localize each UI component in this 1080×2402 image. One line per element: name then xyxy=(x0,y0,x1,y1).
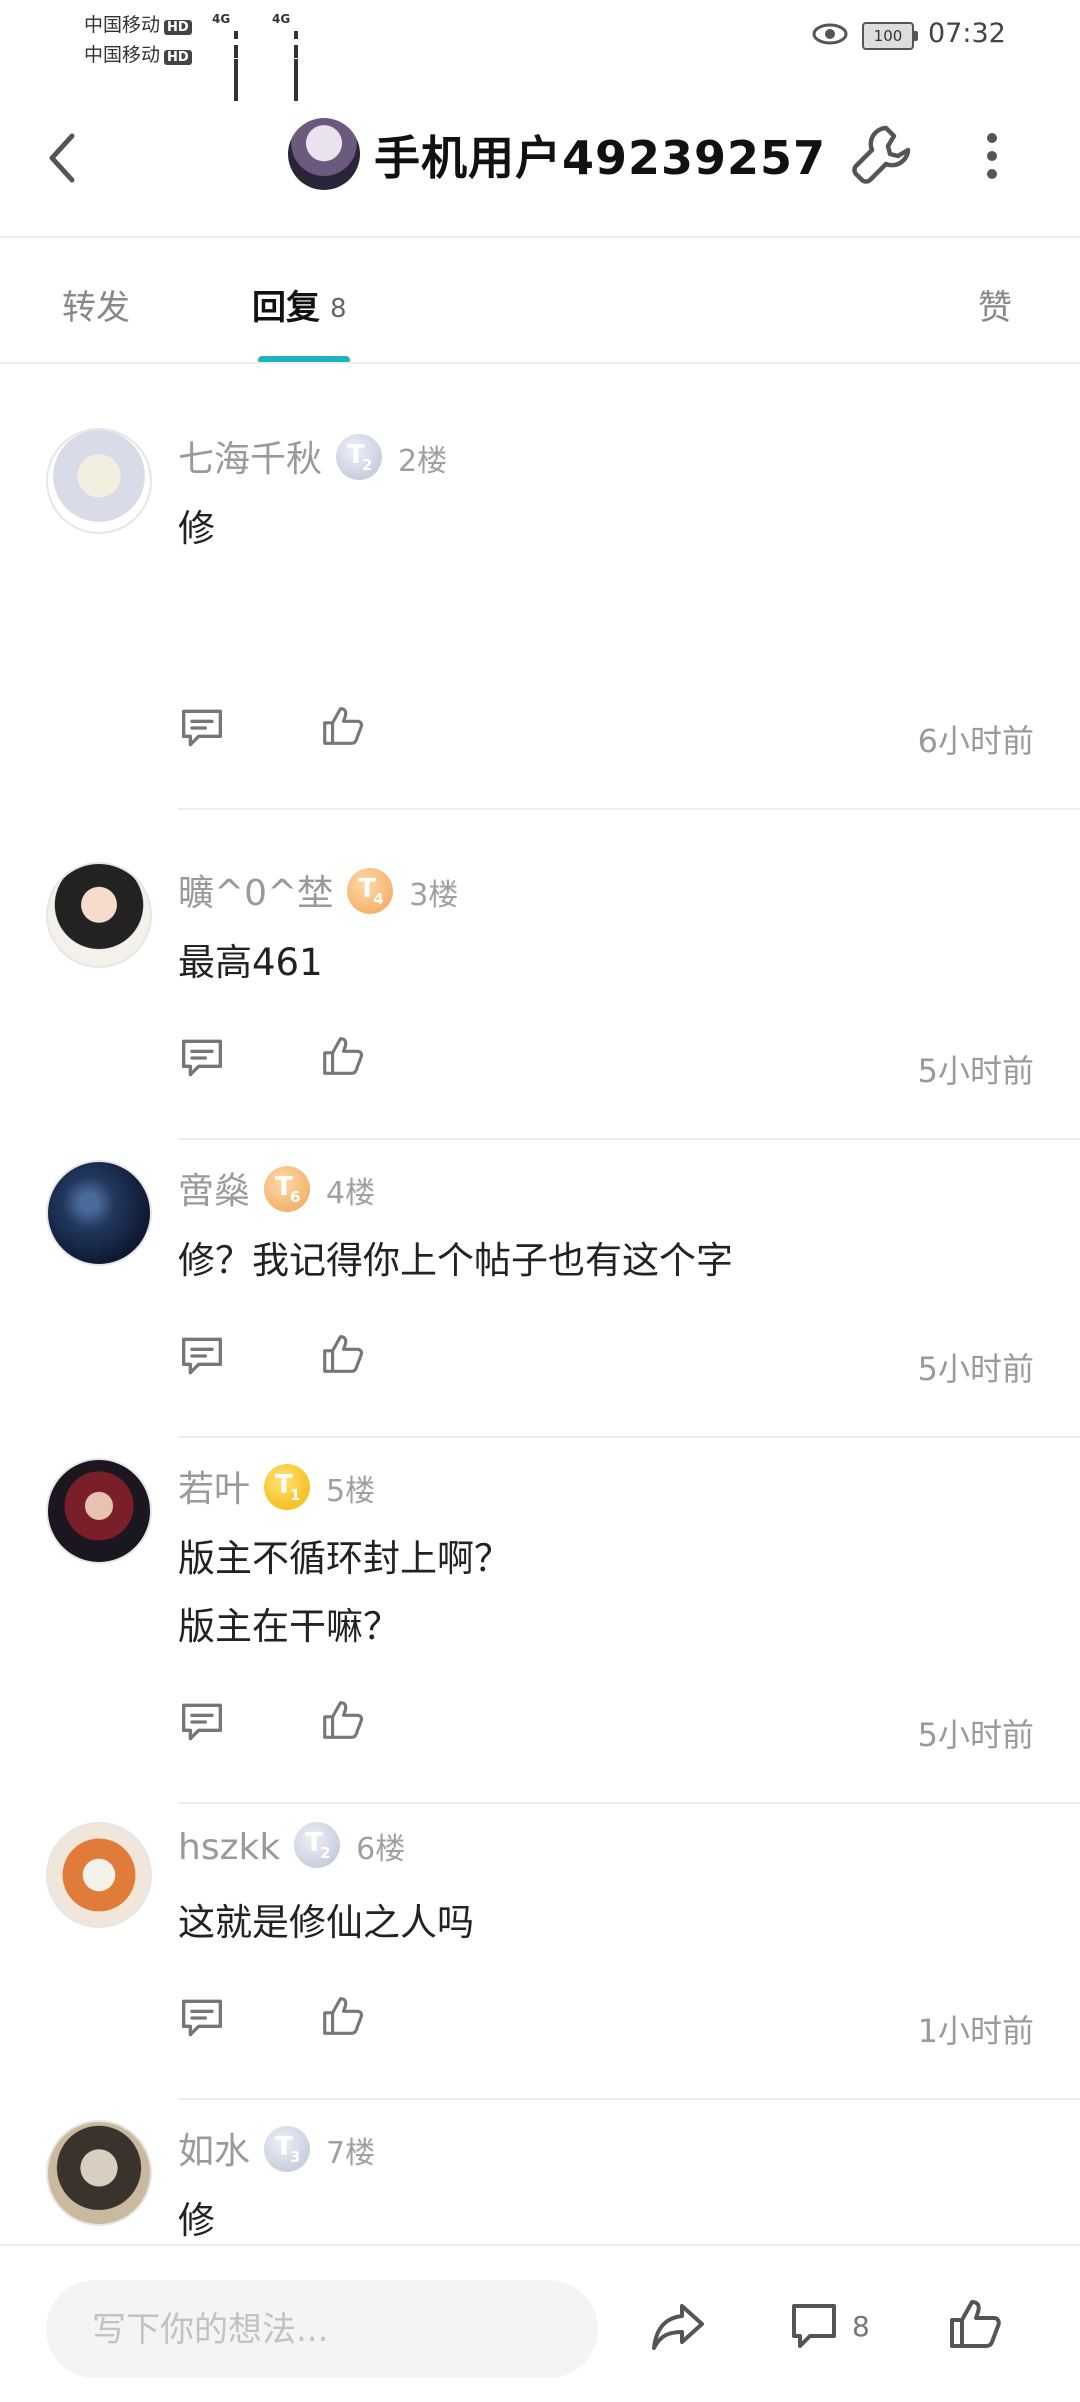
comment-text: 修？我记得你上个帖子也有这个字 xyxy=(178,1239,733,1282)
comment-username-row: 曠^0^埜 T 4 3楼 xyxy=(178,864,458,918)
comment-avatar[interactable] xyxy=(46,1822,152,1928)
reply-icon[interactable] xyxy=(180,708,224,752)
reply-icon[interactable] xyxy=(180,1702,224,1746)
comment-time: 6小时前 xyxy=(917,722,1034,760)
share-icon[interactable] xyxy=(650,2300,706,2352)
comment-time: 5小时前 xyxy=(917,1716,1034,1754)
comment-count: 8 xyxy=(852,2310,870,2343)
comment-username-row: 若叶 T 1 5楼 xyxy=(178,1460,375,1514)
comment-input-box[interactable] xyxy=(46,2280,598,2380)
thumbs-up-icon[interactable] xyxy=(946,2296,1002,2352)
floor-number: 4楼 xyxy=(326,1176,376,1211)
header: 手机用户49239257 xyxy=(0,88,1080,238)
user-avatar[interactable] xyxy=(288,118,360,190)
comment-username[interactable]: hszkk xyxy=(178,1827,280,1868)
clock: 07:32 xyxy=(928,18,1006,49)
comment-text: 修 xyxy=(178,507,215,550)
comment-username-row: hszkk T 2 6楼 xyxy=(178,1822,406,1872)
level-badge-icon: T2 xyxy=(336,434,383,480)
comment-avatar[interactable] xyxy=(46,862,152,968)
level-badge-icon: T4 xyxy=(347,868,394,914)
comment-text: 版主不循环封上啊？ xyxy=(178,1537,511,1580)
comment-divider xyxy=(178,1436,1080,1438)
tab-reply-label: 回复 xyxy=(252,288,320,328)
back-arrow-icon[interactable] xyxy=(44,130,84,186)
comment-time: 5小时前 xyxy=(917,1350,1034,1388)
comment-input[interactable] xyxy=(46,2280,574,2380)
thumbs-up-icon[interactable] xyxy=(320,1994,364,2042)
reply-icon[interactable] xyxy=(180,1038,224,1082)
comment-time: 5小时前 xyxy=(917,1052,1034,1090)
thumbs-up-icon[interactable] xyxy=(320,1034,364,1082)
level-badge-icon: T6 xyxy=(264,1166,311,1212)
comment-icon[interactable] xyxy=(788,2300,840,2352)
tab-forward[interactable]: 转发 xyxy=(62,280,130,329)
comment-avatar[interactable] xyxy=(46,428,152,534)
comment-divider xyxy=(178,808,1080,810)
comment-text: 修 xyxy=(178,2199,215,2242)
comment-actions: 1小时前 xyxy=(178,1997,1038,2058)
comment-username[interactable]: 若叶 xyxy=(178,1469,250,1510)
comment-username[interactable]: 如水 xyxy=(178,2131,250,2172)
floor-number: 3楼 xyxy=(409,878,459,913)
floor-number: 5楼 xyxy=(326,1474,376,1509)
comment-avatar[interactable] xyxy=(46,2120,152,2226)
more-options-icon[interactable] xyxy=(986,132,998,180)
thumbs-up-icon[interactable] xyxy=(320,1332,364,1380)
floor-number: 7楼 xyxy=(326,2136,376,2171)
tab-bar: 转发 回复 8 赞 xyxy=(0,238,1080,362)
comment-divider xyxy=(178,1138,1080,1140)
comment-divider xyxy=(178,2098,1080,2100)
comment-actions: 5小时前 xyxy=(178,1335,1038,1396)
level-badge-icon: T2 xyxy=(294,1822,341,1868)
comment-username-row: 七海千秋 T 2 2楼 xyxy=(178,430,447,484)
comment-username-row: 啻燊 T 6 4楼 xyxy=(178,1162,375,1216)
level-badge-icon: T3 xyxy=(264,2126,311,2172)
page-title: 手机用户49239257 xyxy=(374,131,827,185)
level-badge-icon: T1 xyxy=(264,1464,311,1510)
comment-avatar[interactable] xyxy=(46,1458,152,1564)
tab-reply-count: 8 xyxy=(330,293,347,324)
comment-time: 1小时前 xyxy=(917,2012,1034,2050)
comment-username[interactable]: 啻燊 xyxy=(178,1171,250,1212)
comment-text: 最高461 xyxy=(178,941,323,984)
comment-actions: 5小时前 xyxy=(178,1701,1038,1762)
tab-like[interactable]: 赞 xyxy=(978,280,1012,329)
comment-text: 版主在干嘛？ xyxy=(178,1605,400,1648)
carrier-label-1: 中国移动 HD xyxy=(84,10,192,37)
comment-actions: 6小时前 xyxy=(178,707,1038,768)
eye-icon xyxy=(812,23,848,45)
comment-username[interactable]: 曠^0^埜 xyxy=(178,873,333,914)
comment-username-row: 如水 T 3 7楼 xyxy=(178,2122,375,2176)
battery-indicator: 100 xyxy=(862,22,918,50)
floor-number: 6楼 xyxy=(356,1832,406,1867)
comment-divider xyxy=(178,1802,1080,1804)
reply-icon[interactable] xyxy=(180,1336,224,1380)
carrier-label-2: 中国移动 HD xyxy=(84,40,192,67)
tabs-divider xyxy=(0,362,1080,364)
comment-actions: 5小时前 xyxy=(178,1037,1038,1098)
comment-text: 这就是修仙之人吗 xyxy=(178,1901,474,1944)
tab-reply[interactable]: 回复 8 xyxy=(252,280,347,329)
comment-username[interactable]: 七海千秋 xyxy=(178,439,322,480)
status-bar: 中国移动 HD 中国移动 HD 4G 4G 100 07:32 xyxy=(0,0,1080,101)
thumbs-up-icon[interactable] xyxy=(320,704,364,752)
floor-number: 2楼 xyxy=(398,444,448,479)
reply-icon[interactable] xyxy=(180,1998,224,2042)
thumbs-up-icon[interactable] xyxy=(320,1698,364,1746)
wrench-icon[interactable] xyxy=(848,122,914,188)
bottom-bar: 8 xyxy=(0,2244,1080,2402)
comment-avatar[interactable] xyxy=(46,1160,152,1266)
